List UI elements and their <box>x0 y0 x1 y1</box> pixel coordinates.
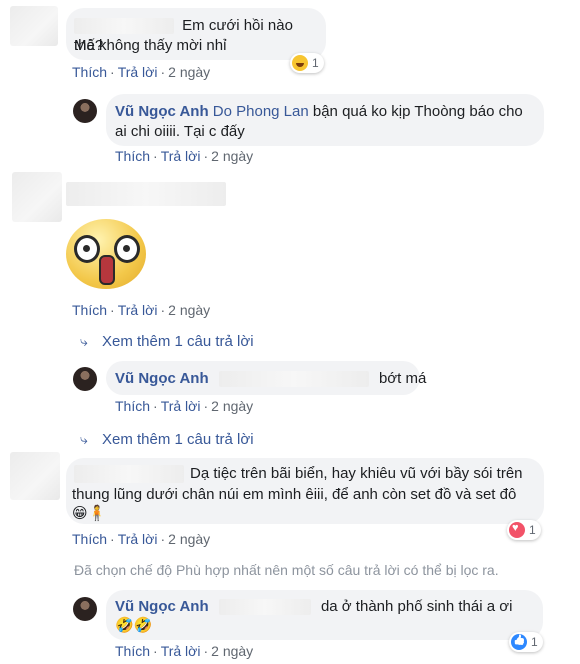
redacted-name <box>218 371 369 388</box>
comment-actions: Thích · Trả lời · 2 ngày <box>115 398 254 414</box>
comment-actions: Thích · Trả lời · 2 ngày <box>72 531 211 547</box>
redacted-name <box>74 465 184 484</box>
tagged-name[interactable]: Do Phong Lan <box>213 103 309 120</box>
sticker-eye <box>74 235 100 263</box>
comment-bubble: Dạ tiệc trên bãi biển, hay khiêu vũ với … <box>66 458 544 524</box>
comment-emoji: 😁🧍 <box>72 505 107 522</box>
avatar[interactable] <box>73 367 97 391</box>
reply-link[interactable]: Trả lời <box>118 302 158 318</box>
comment-bubble: Vũ Ngọc Anh da ở thành phố sinh thái a ơ… <box>106 590 543 640</box>
like-link[interactable]: Thích <box>72 302 107 318</box>
timestamp[interactable]: 2 ngày <box>168 531 210 547</box>
filter-note: Đã chọn chế độ Phù hợp nhất nên một số c… <box>74 562 499 578</box>
reaction-count[interactable]: 1 <box>290 53 324 73</box>
comment-bubble: Vũ Ngọc Anh Do Phong Lan bận quá ko kịp … <box>106 94 544 146</box>
comment-actions: Thích · Trả lời · 2 ngày <box>115 148 254 164</box>
avatar[interactable] <box>73 99 97 123</box>
like-link[interactable]: Thích <box>115 398 150 414</box>
author-name[interactable]: Vũ Ngọc Anh <box>115 598 209 615</box>
reply-link[interactable]: Trả lời <box>161 148 201 164</box>
comment-text: Dạ tiệc trên bãi biển, hay khiêu vũ với … <box>190 465 523 482</box>
comment-actions: Thích · Trả lời · 2 ngày <box>72 302 211 318</box>
reaction-count[interactable]: 1 <box>507 520 541 540</box>
avatar[interactable] <box>12 172 62 222</box>
comment-bubble: Vũ Ngọc Anh bớt má <box>106 361 426 395</box>
comment-text: da ở thành phố sinh thái a ơi <box>320 598 513 615</box>
reaction-count[interactable]: 1 <box>509 632 543 652</box>
avatar[interactable] <box>73 597 97 621</box>
reply-link[interactable]: Trả lời <box>161 398 201 414</box>
like-link[interactable]: Thích <box>72 531 107 547</box>
redacted-name <box>218 599 311 616</box>
timestamp[interactable]: 2 ngày <box>168 302 210 318</box>
like-link[interactable]: Thích <box>115 148 150 164</box>
reply-arrow-icon: ⤷ <box>80 333 88 349</box>
author-name[interactable]: Vũ Ngọc Anh <box>115 370 209 387</box>
shocked-face-sticker[interactable] <box>66 219 146 289</box>
timestamp[interactable]: 2 ngày <box>211 148 253 164</box>
reply-link[interactable]: Trả lời <box>118 531 158 547</box>
avatar[interactable] <box>10 452 60 500</box>
see-more-replies[interactable]: ⤷ Xem thêm 1 câu trả lời <box>80 431 254 448</box>
author-name[interactable]: Vũ Ngọc Anh <box>115 103 209 120</box>
love-icon <box>509 522 525 538</box>
reply-link[interactable]: Trả lời <box>118 64 158 80</box>
reply-arrow-icon: ⤷ <box>80 431 88 447</box>
comment-actions: Thích · Trả lời · 2 ngày <box>72 64 211 80</box>
like-icon <box>511 634 527 650</box>
redacted-name <box>74 18 174 35</box>
sticker-mouth <box>99 255 115 285</box>
comment-emoji: 🤣🤣 <box>115 617 153 634</box>
like-link[interactable]: Thích <box>72 64 107 80</box>
timestamp[interactable]: 2 ngày <box>168 64 210 80</box>
timestamp[interactable]: 2 ngày <box>211 643 253 659</box>
see-more-replies[interactable]: ⤷ Xem thêm 1 câu trả lời <box>80 333 254 350</box>
comment-text: Mà không thấy mời nhỉ <box>74 37 227 54</box>
comment-actions: Thích · Trả lời · 2 ngày <box>115 643 254 659</box>
like-link[interactable]: Thích <box>115 643 150 659</box>
comment-text: bớt má <box>378 370 427 387</box>
comment-text: ai chi oiiii. Tại c đấy <box>115 123 245 140</box>
sticker-eye <box>114 235 140 263</box>
timestamp[interactable]: 2 ngày <box>211 398 253 414</box>
reply-link[interactable]: Trả lời <box>161 643 201 659</box>
comment-text: bận quá ko kịp Thoòng báo cho <box>312 103 523 120</box>
comment-bubble: Em cưới hồi nào thế? Mà không thấy mời n… <box>66 8 326 60</box>
haha-icon <box>292 55 308 71</box>
avatar[interactable] <box>10 6 58 46</box>
redacted-name <box>66 182 226 206</box>
comment-text: thung lũng dưới chân núi em mình êiii, đ… <box>72 486 517 503</box>
